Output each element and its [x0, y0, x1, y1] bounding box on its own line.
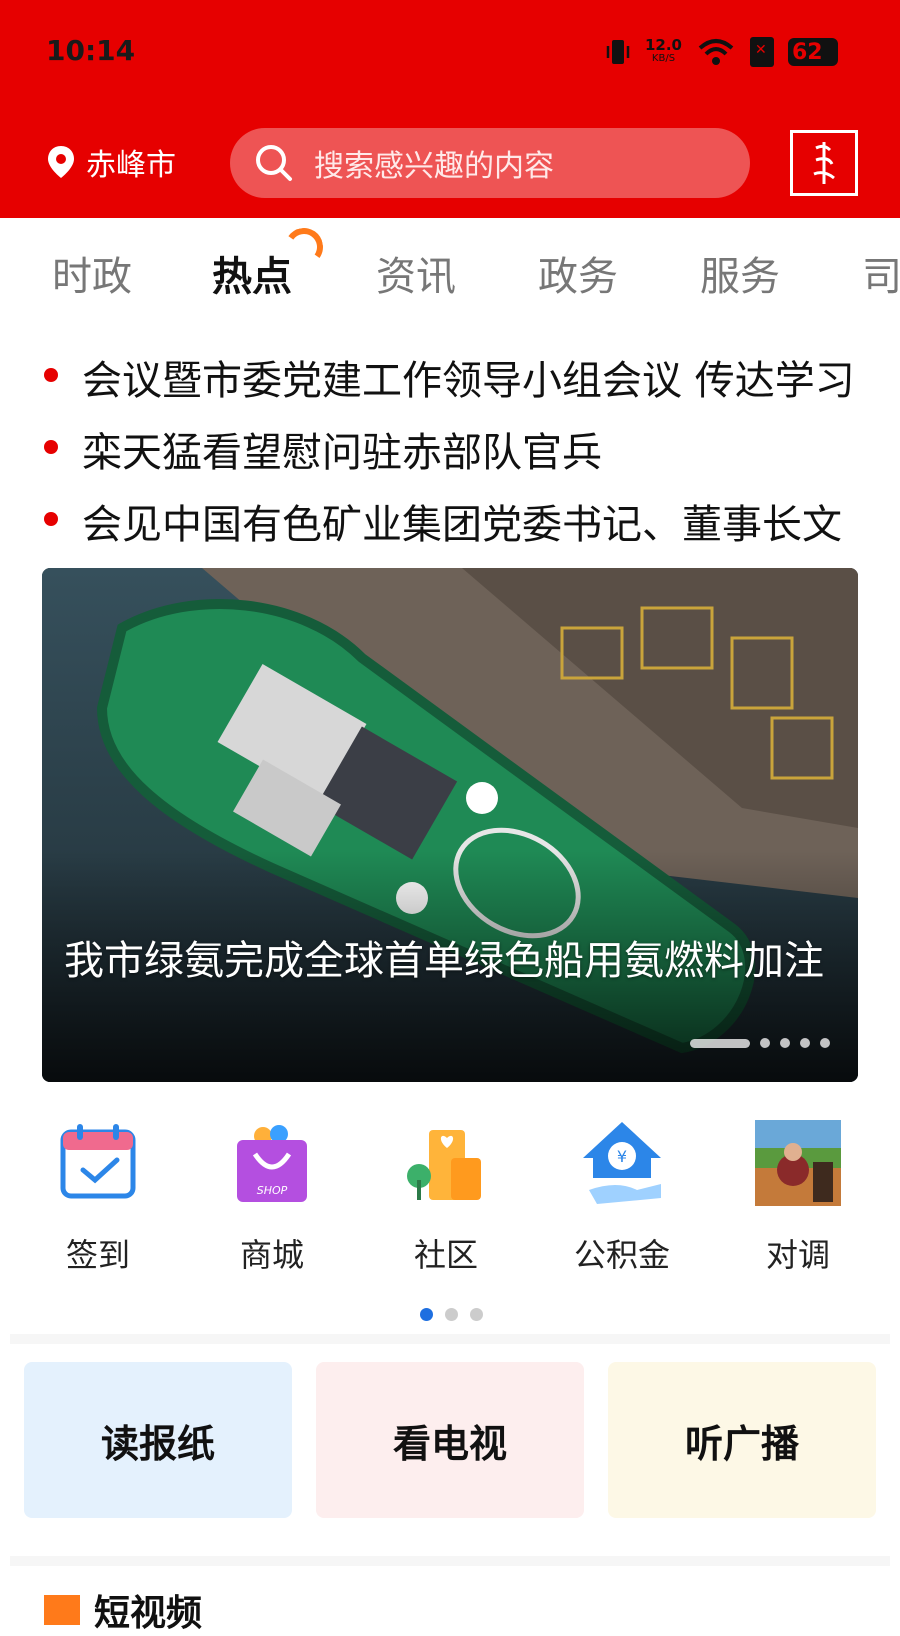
headline-item[interactable]: 会议暨市委党建工作领导小组会议 传达学习 — [0, 338, 900, 410]
svg-text:¥: ¥ — [617, 1147, 627, 1166]
banner-title: 我市绿氨完成全球首单绿色船用氨燃料加注 — [64, 938, 824, 984]
quick-action-mall[interactable]: SHOP 商城 — [212, 1118, 332, 1276]
network-speed: 12.0 KB/S — [644, 36, 682, 65]
quick-action-duidiao[interactable]: 对调 — [738, 1118, 858, 1276]
mongolian-script-icon — [813, 142, 835, 184]
banner-dot — [800, 1038, 810, 1048]
quick-actions-pagination — [420, 1308, 483, 1321]
search-placeholder: 搜索感兴趣的内容 — [314, 149, 554, 184]
vibrate-icon — [606, 40, 630, 64]
mongolian-language-button[interactable] — [790, 130, 858, 196]
watch-tv-card[interactable]: 看电视 — [316, 1362, 584, 1518]
tab-fuwu[interactable]: 服务 — [700, 244, 780, 302]
tab-zixun[interactable]: 资讯 — [376, 244, 456, 302]
no-sim-icon — [750, 37, 774, 67]
headline-item[interactable]: 会见中国有色矿业集团党委书记、董事长文 — [0, 482, 900, 554]
photo-thumbnail-icon — [755, 1120, 841, 1206]
headline-item[interactable]: 栾天猛看望慰问驻赤部队官兵 — [0, 410, 900, 482]
page-dot — [445, 1308, 458, 1321]
quick-action-label: 签到 — [65, 1236, 130, 1274]
news-banner[interactable]: 我市绿氨完成全球首单绿色船用氨燃料加注 — [42, 568, 858, 1082]
banner-pagination — [690, 1038, 830, 1048]
svg-text:SHOP: SHOP — [257, 1184, 288, 1197]
headline-text: 栾天猛看望慰问驻赤部队官兵 — [82, 430, 602, 476]
bullet-dot — [44, 440, 58, 454]
headline-text: 会见中国有色矿业集团党委书记、董事长文 — [82, 502, 842, 548]
quick-action-community[interactable]: 社区 — [386, 1118, 506, 1276]
status-icons: 12.0 KB/S 62 — [605, 32, 838, 72]
bullet-dot — [44, 368, 58, 382]
section-divider — [10, 1556, 890, 1566]
search-icon — [256, 145, 292, 181]
short-video-section-header: 短视频 — [44, 1584, 202, 1636]
page-dot-active — [420, 1308, 433, 1321]
listen-radio-card[interactable]: 听广播 — [608, 1362, 876, 1518]
shopping-bag-icon: SHOP — [237, 1125, 307, 1202]
banner-dot — [780, 1038, 790, 1048]
headline-text: 会议暨市委党建工作领导小组会议 传达学习 — [82, 358, 855, 404]
banner-dot — [760, 1038, 770, 1048]
banner-dot-active — [690, 1038, 750, 1048]
quick-action-label: 对调 — [765, 1236, 830, 1274]
wifi-icon — [698, 39, 734, 65]
tab-redian[interactable]: 热点 — [212, 244, 292, 302]
read-newspaper-card[interactable]: 读报纸 — [24, 1362, 292, 1518]
search-input[interactable]: 搜索感兴趣的内容 — [230, 128, 750, 198]
community-building-icon — [407, 1130, 481, 1200]
section-divider — [10, 1334, 890, 1344]
city-selector[interactable]: 赤峰市 — [46, 140, 176, 184]
location-pin-icon — [48, 146, 74, 178]
battery-indicator: 62 — [788, 38, 838, 66]
ship-aerial-photo — [42, 568, 858, 1082]
housing-fund-icon: ¥ — [583, 1122, 661, 1204]
tab-shizheng[interactable]: 时政 — [52, 244, 132, 302]
quick-action-label: 社区 — [413, 1236, 478, 1274]
category-tabs: 时政 热点 资讯 政务 服务 司 — [0, 218, 900, 328]
app-header: 10:14 12.0 KB/S 62 赤峰市 搜索感兴趣的内容 — [0, 0, 900, 218]
tab-more[interactable]: 司 — [862, 244, 900, 302]
banner-dot — [820, 1038, 830, 1048]
page-dot — [470, 1308, 483, 1321]
quick-action-housing-fund[interactable]: ¥ 公积金 — [562, 1118, 682, 1276]
tab-zhengwu[interactable]: 政务 — [538, 244, 618, 302]
section-title: 短视频 — [94, 1593, 203, 1634]
quick-action-label: 商城 — [239, 1236, 304, 1274]
bullet-dot — [44, 512, 58, 526]
city-name: 赤峰市 — [86, 148, 176, 183]
quick-action-label: 公积金 — [573, 1236, 670, 1274]
calendar-check-icon — [60, 1124, 136, 1199]
quick-action-checkin[interactable]: 签到 — [38, 1118, 158, 1276]
status-time: 10:14 — [46, 34, 136, 67]
